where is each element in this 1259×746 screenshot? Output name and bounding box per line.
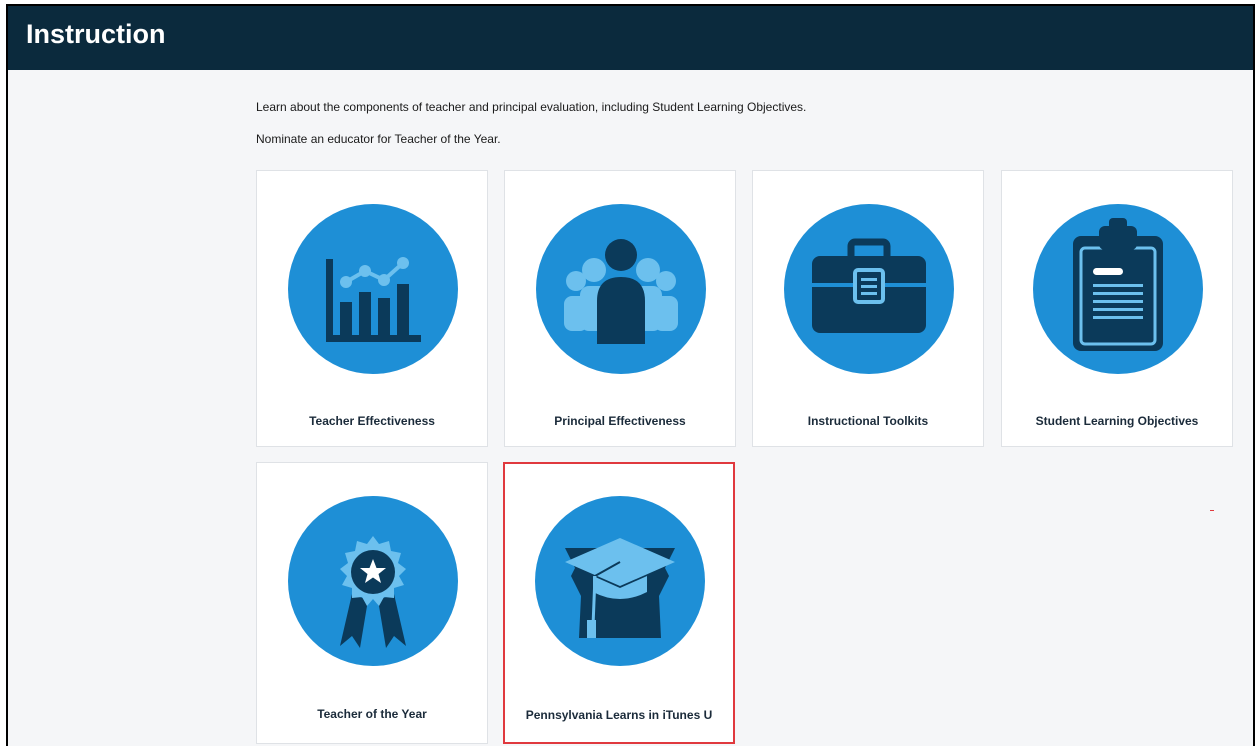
card-teacher-of-the-year[interactable]: Teacher of the Year — [256, 462, 488, 744]
bar-chart-icon — [288, 204, 458, 374]
card-label: Pennsylvania Learns in iTunes U — [525, 708, 713, 722]
card-instructional-toolkits[interactable]: Instructional Toolkits — [752, 170, 984, 447]
card-label: Instructional Toolkits — [807, 414, 929, 428]
page-title: Instruction — [26, 19, 166, 49]
intro-text-teacher-of-year: Nominate an educator for Teacher of the … — [256, 132, 501, 146]
clipboard-icon — [1033, 204, 1203, 374]
page-frame: Instruction Learn about the components o… — [6, 4, 1255, 746]
intro-text-evaluation: Learn about the components of teacher an… — [256, 100, 807, 114]
card-label: Teacher Effectiveness — [309, 414, 435, 428]
award-ribbon-icon — [288, 496, 458, 666]
red-marker — [1210, 510, 1214, 511]
page-header: Instruction — [8, 6, 1253, 70]
card-label: Teacher of the Year — [317, 707, 427, 721]
card-student-learning-objectives[interactable]: Student Learning Objectives — [1001, 170, 1233, 447]
card-teacher-effectiveness[interactable]: Teacher Effectiveness — [256, 170, 488, 447]
card-label: Principal Effectiveness — [554, 414, 686, 428]
briefcase-icon — [784, 204, 954, 374]
card-label: Student Learning Objectives — [1035, 414, 1199, 428]
card-principal-effectiveness[interactable]: Principal Effectiveness — [504, 170, 736, 447]
graduation-cap-keystone-icon — [535, 496, 705, 666]
people-icon — [536, 204, 706, 374]
card-pennsylvania-learns-itunes-u[interactable]: Pennsylvania Learns in iTunes U — [503, 462, 735, 744]
